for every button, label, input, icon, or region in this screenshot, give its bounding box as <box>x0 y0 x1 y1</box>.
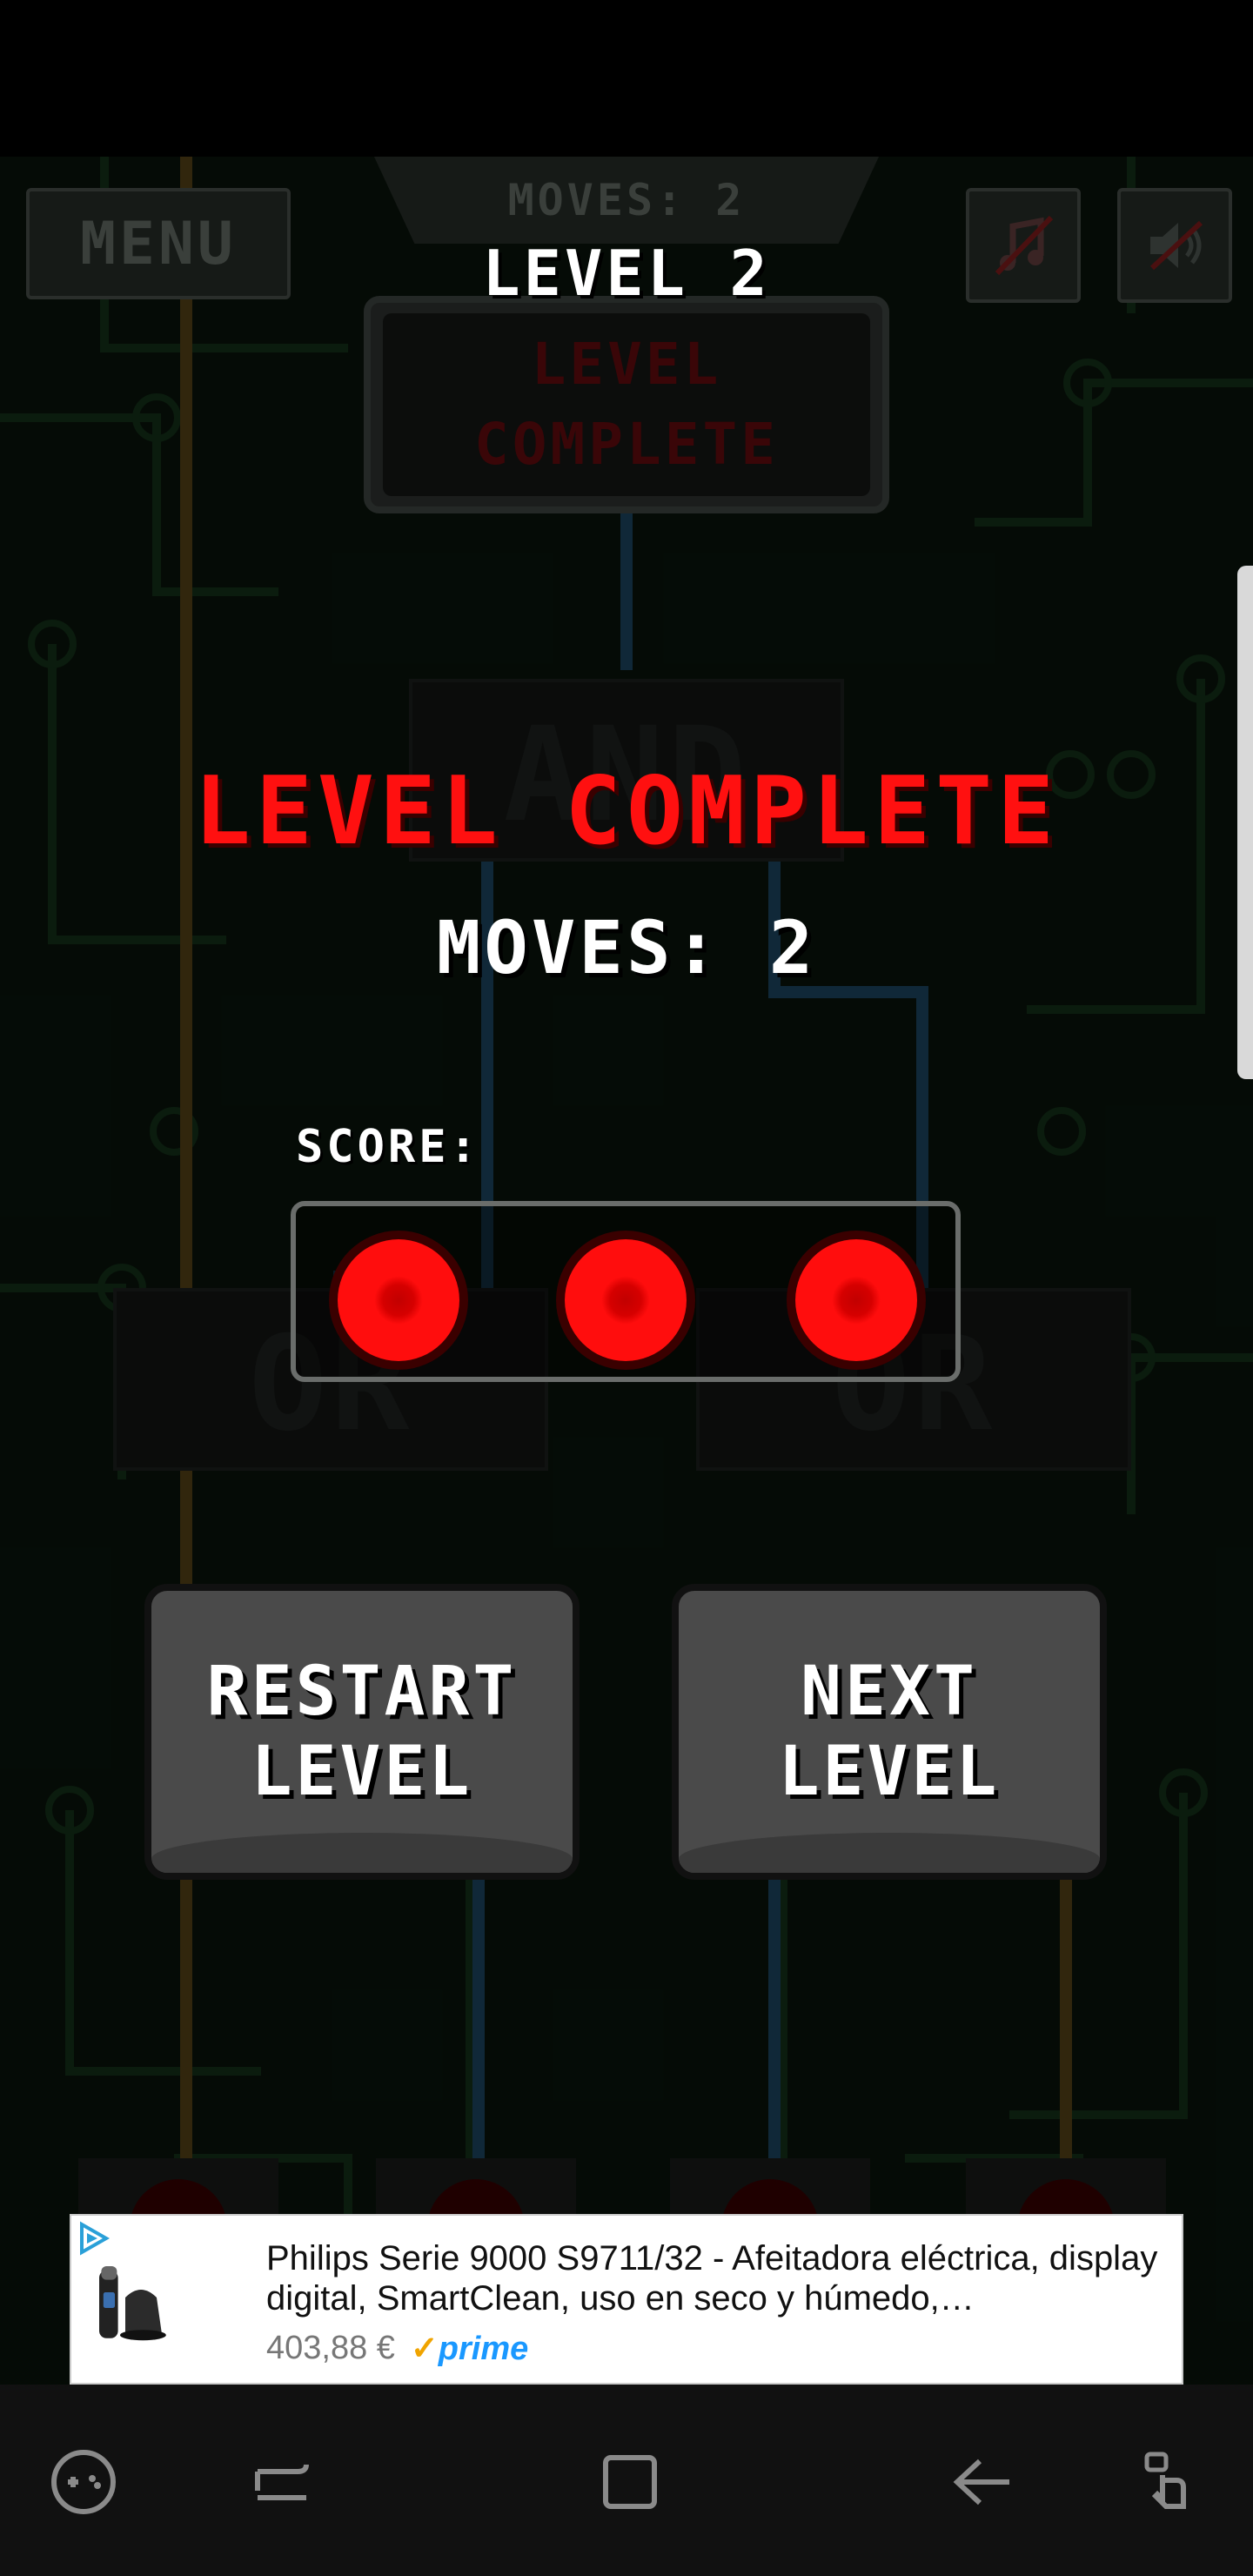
ad-title[interactable]: Philips Serie 9000 S9711/32 - Afeitadora… <box>266 2238 1163 2318</box>
score-light-2 <box>565 1239 687 1361</box>
home-icon[interactable] <box>593 2445 667 2519</box>
prime-badge: ✓prime <box>410 2331 529 2367</box>
sign-line-2: COMPLETE <box>474 411 779 478</box>
recent-apps-icon[interactable] <box>245 2445 318 2519</box>
restart-level-label: RESTART LEVEL <box>206 1653 518 1811</box>
game-tools-icon[interactable] <box>47 2445 120 2519</box>
touch-lock-icon[interactable] <box>1131 2445 1204 2519</box>
level-title: LEVEL 2 <box>482 237 771 310</box>
next-level-button[interactable]: NEXT LEVEL <box>672 1584 1107 1880</box>
level-complete-sign: LEVEL COMPLETE <box>364 296 889 513</box>
system-navigation-bar <box>0 2385 1253 2576</box>
score-label: SCORE: <box>296 1121 480 1173</box>
ad-price-row: 403,88 € ✓prime <box>266 2329 528 2368</box>
score-light-1 <box>338 1239 459 1361</box>
next-level-label: NEXT LEVEL <box>778 1653 1001 1811</box>
shaver-product-image[interactable] <box>89 2233 219 2372</box>
prime-check-icon: ✓ <box>410 2331 439 2367</box>
level-complete-headline: LEVEL COMPLETE <box>193 757 1060 866</box>
ad-price: 403,88 € <box>266 2330 395 2366</box>
sign-line-1: LEVEL <box>531 331 722 398</box>
score-box <box>291 1201 961 1382</box>
score-light-3 <box>795 1239 917 1361</box>
ad-banner[interactable]: Philips Serie 9000 S9711/32 - Afeitadora… <box>70 2214 1183 2385</box>
game-screen: AND OR OR MENU MOVES: 2 LEVEL COMPLETE L… <box>0 157 1253 2385</box>
back-icon[interactable] <box>945 2445 1018 2519</box>
moves-counter: MOVES: 2 <box>374 157 879 244</box>
edge-panel-handle[interactable] <box>1237 566 1253 1079</box>
moves-result: MOVES: 2 <box>436 905 817 990</box>
restart-level-button[interactable]: RESTART LEVEL <box>144 1584 580 1880</box>
